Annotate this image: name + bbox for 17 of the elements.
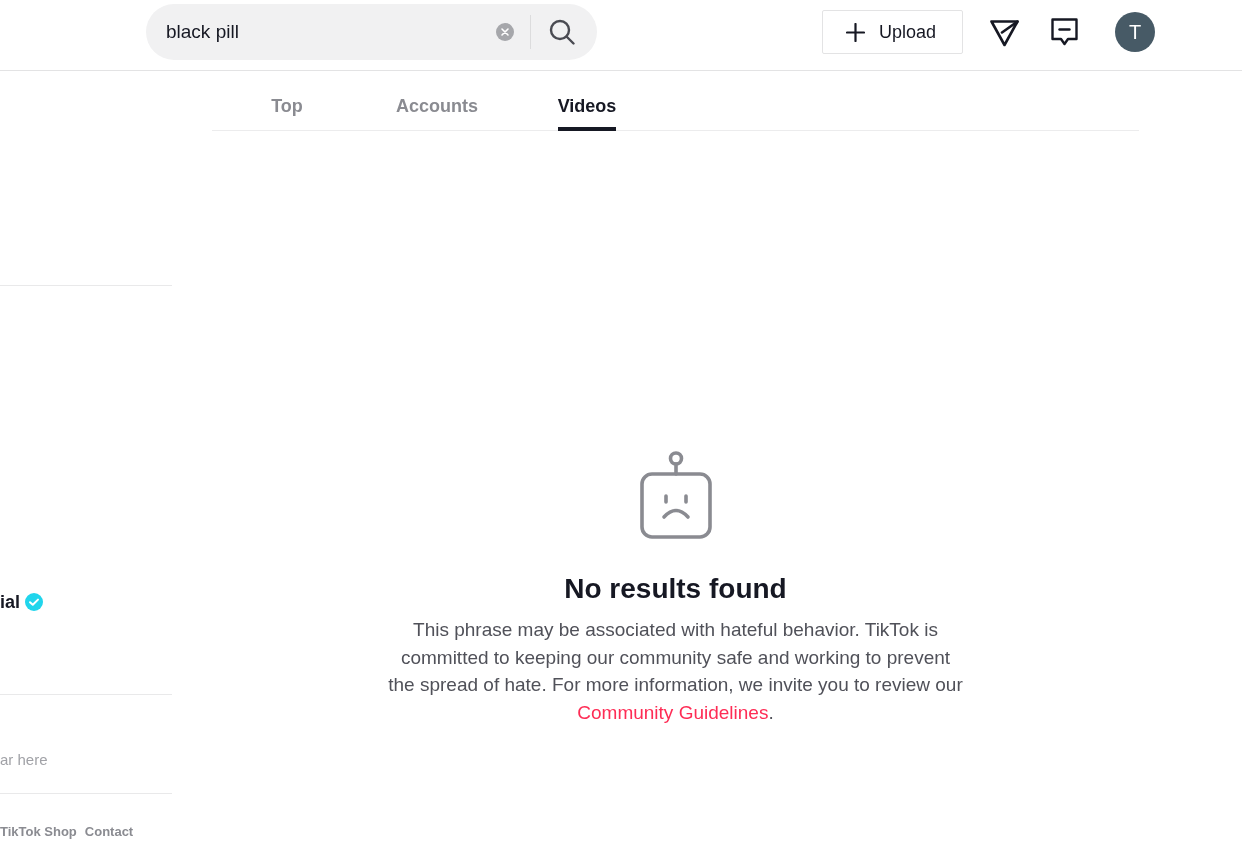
avatar[interactable]: T [1115, 12, 1155, 52]
guidelines-link[interactable]: Community Guidelines [577, 702, 769, 724]
sad-robot-icon [639, 451, 712, 539]
search-input[interactable]: black pill [166, 19, 496, 45]
upload-button[interactable]: Upload [822, 10, 963, 54]
tab[interactable]: Videos [557, 84, 617, 131]
empty-state-title: No results found [564, 572, 787, 606]
search-bar[interactable]: black pill [146, 4, 597, 60]
following-hint: ar here [0, 751, 49, 769]
chat-bubble-icon[interactable] [1051, 18, 1078, 46]
plus-icon [846, 22, 865, 42]
search-icon [549, 19, 575, 45]
footer-link[interactable]: Contact [84, 824, 134, 840]
paper-plane-icon[interactable] [990, 17, 1019, 47]
account-name[interactable]: ial [0, 591, 20, 613]
search-button[interactable] [549, 19, 575, 45]
empty-state-message: This phrase may be associated with hateful behavior. TikTok is committed to keeping our community safe and working to prevent the spread of hate. For more information, we invite you to review our Community Guidelines. [387, 618, 964, 726]
